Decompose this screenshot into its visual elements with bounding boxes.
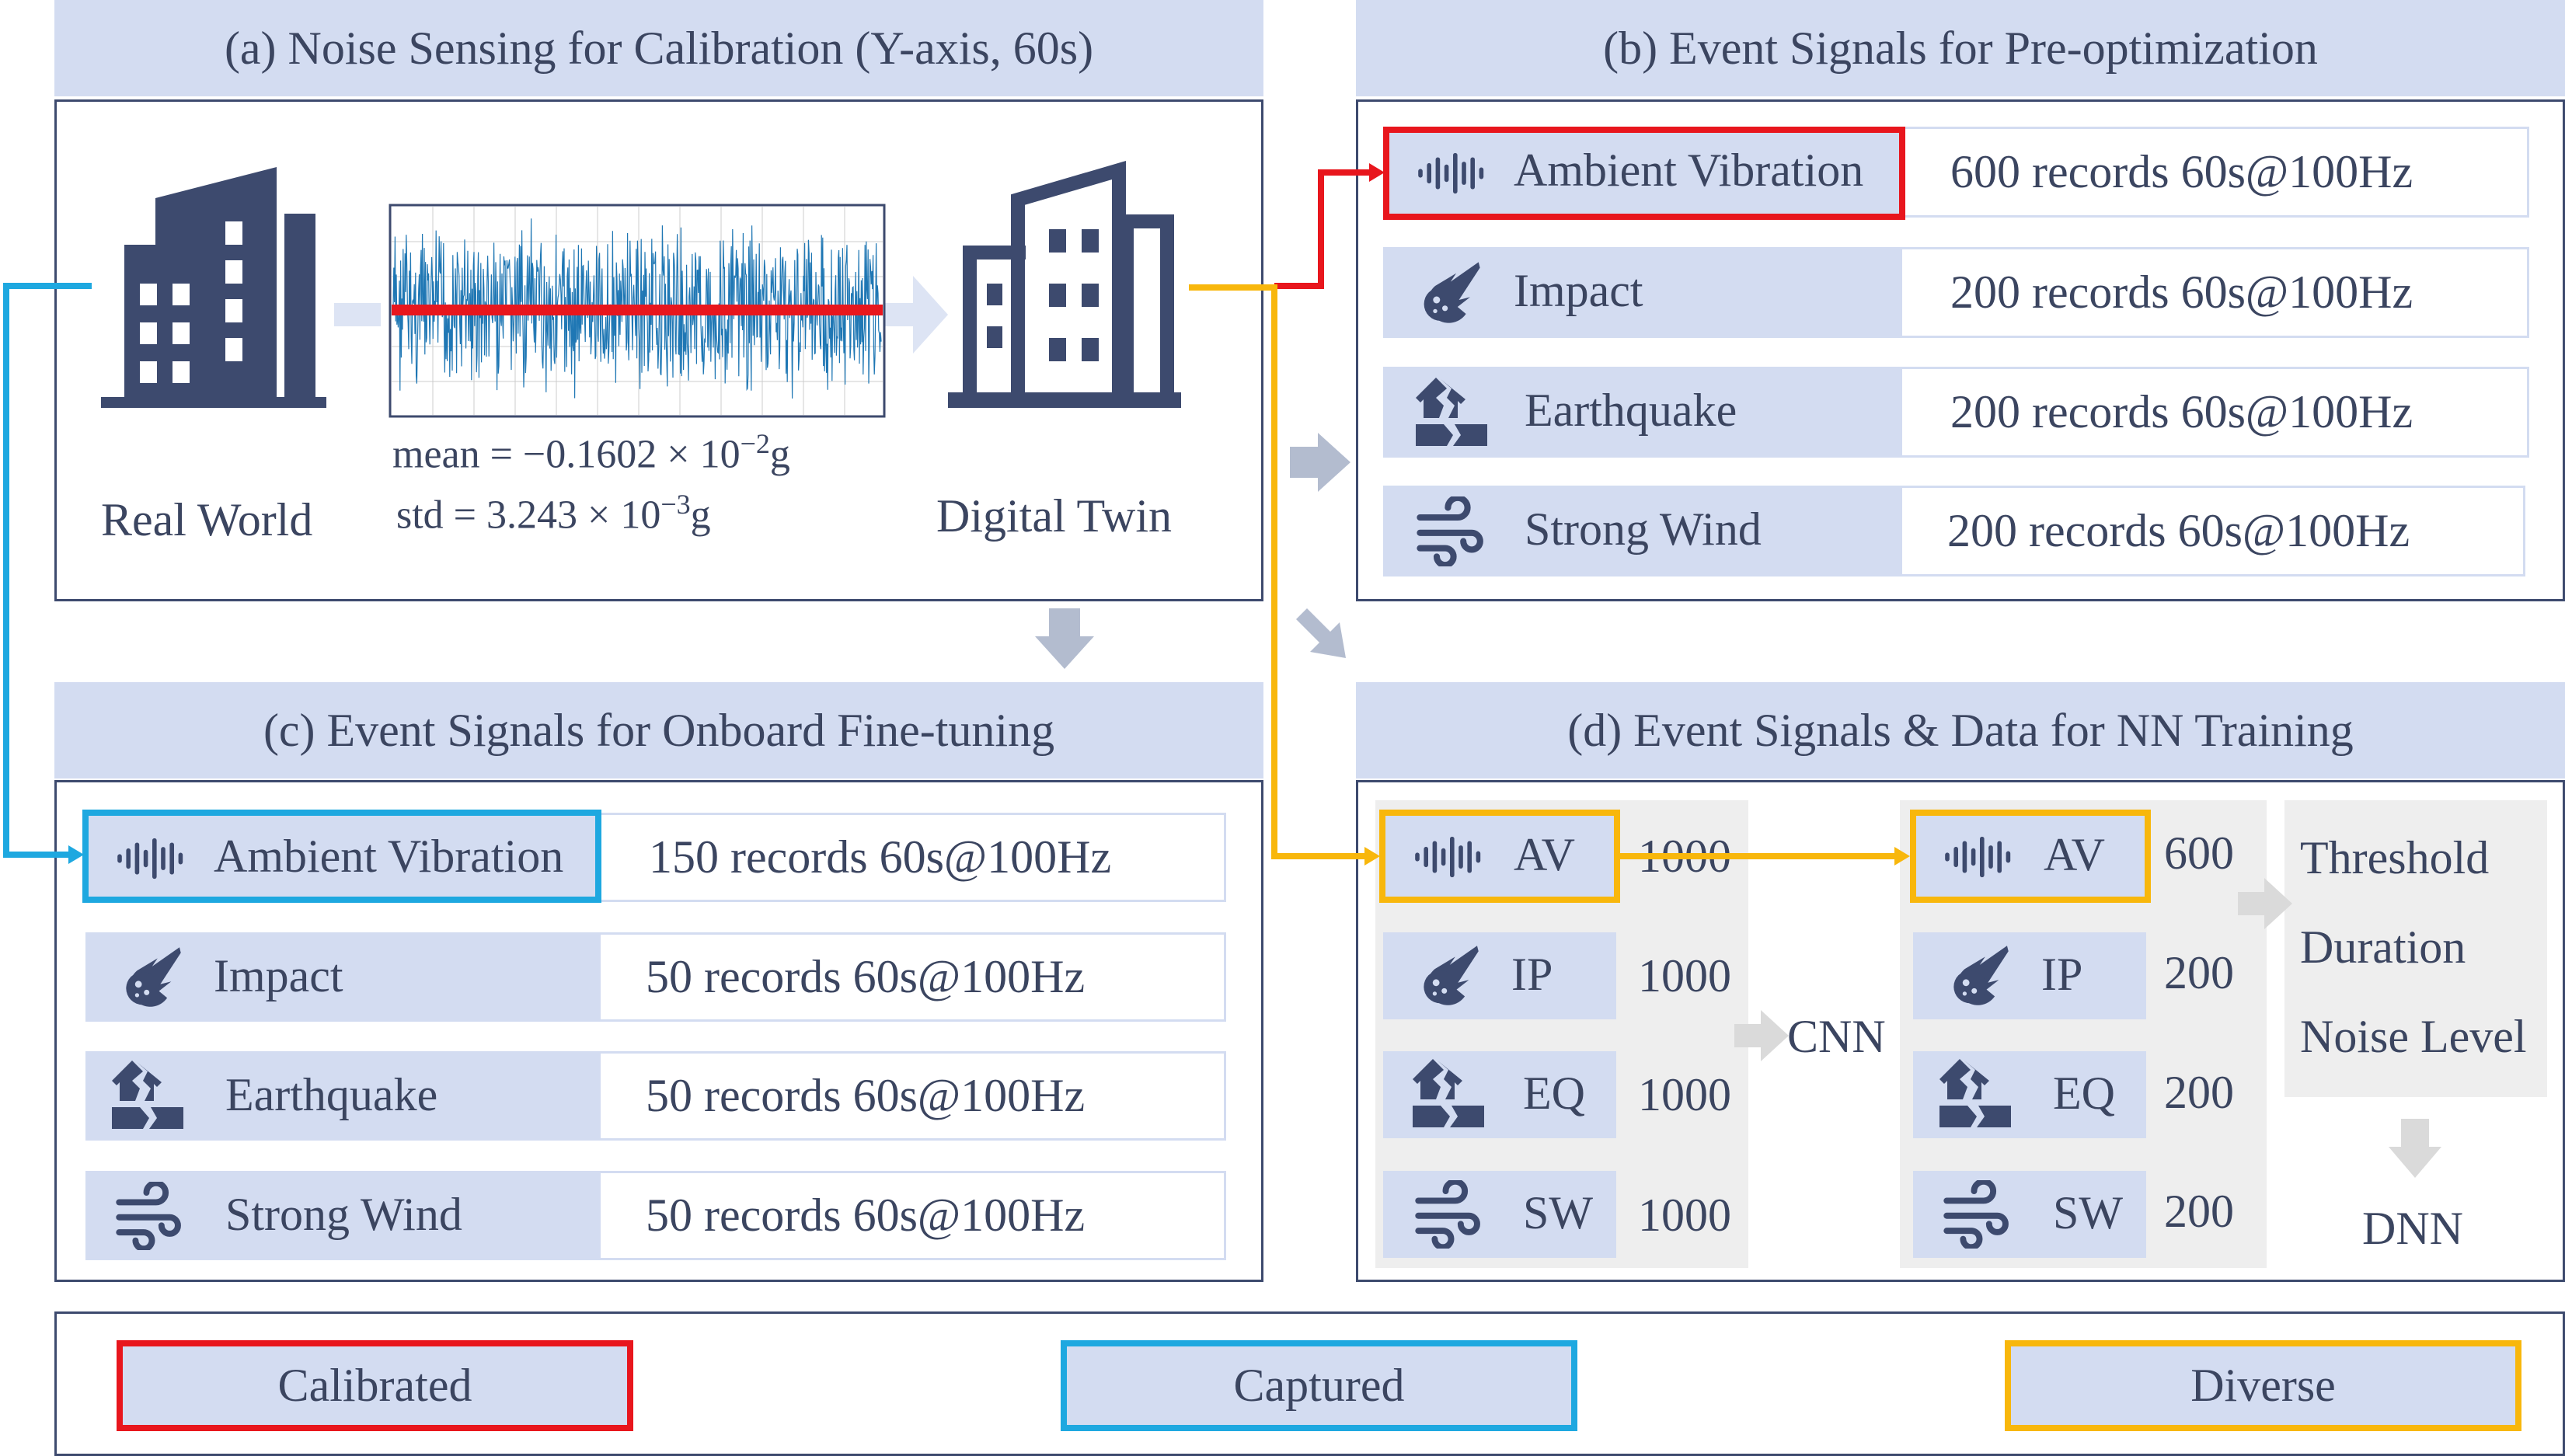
legend-diverse-text: Diverse (2190, 1360, 2336, 1411)
connector-lines (3, 163, 1910, 866)
legend-diverse: Diverse (2005, 1340, 2521, 1431)
legend-captured: Captured (1061, 1340, 1577, 1431)
legend-calibrated-text: Calibrated (277, 1360, 472, 1411)
legend-captured-text: Captured (1233, 1360, 1405, 1411)
legend-calibrated: Calibrated (117, 1340, 633, 1431)
